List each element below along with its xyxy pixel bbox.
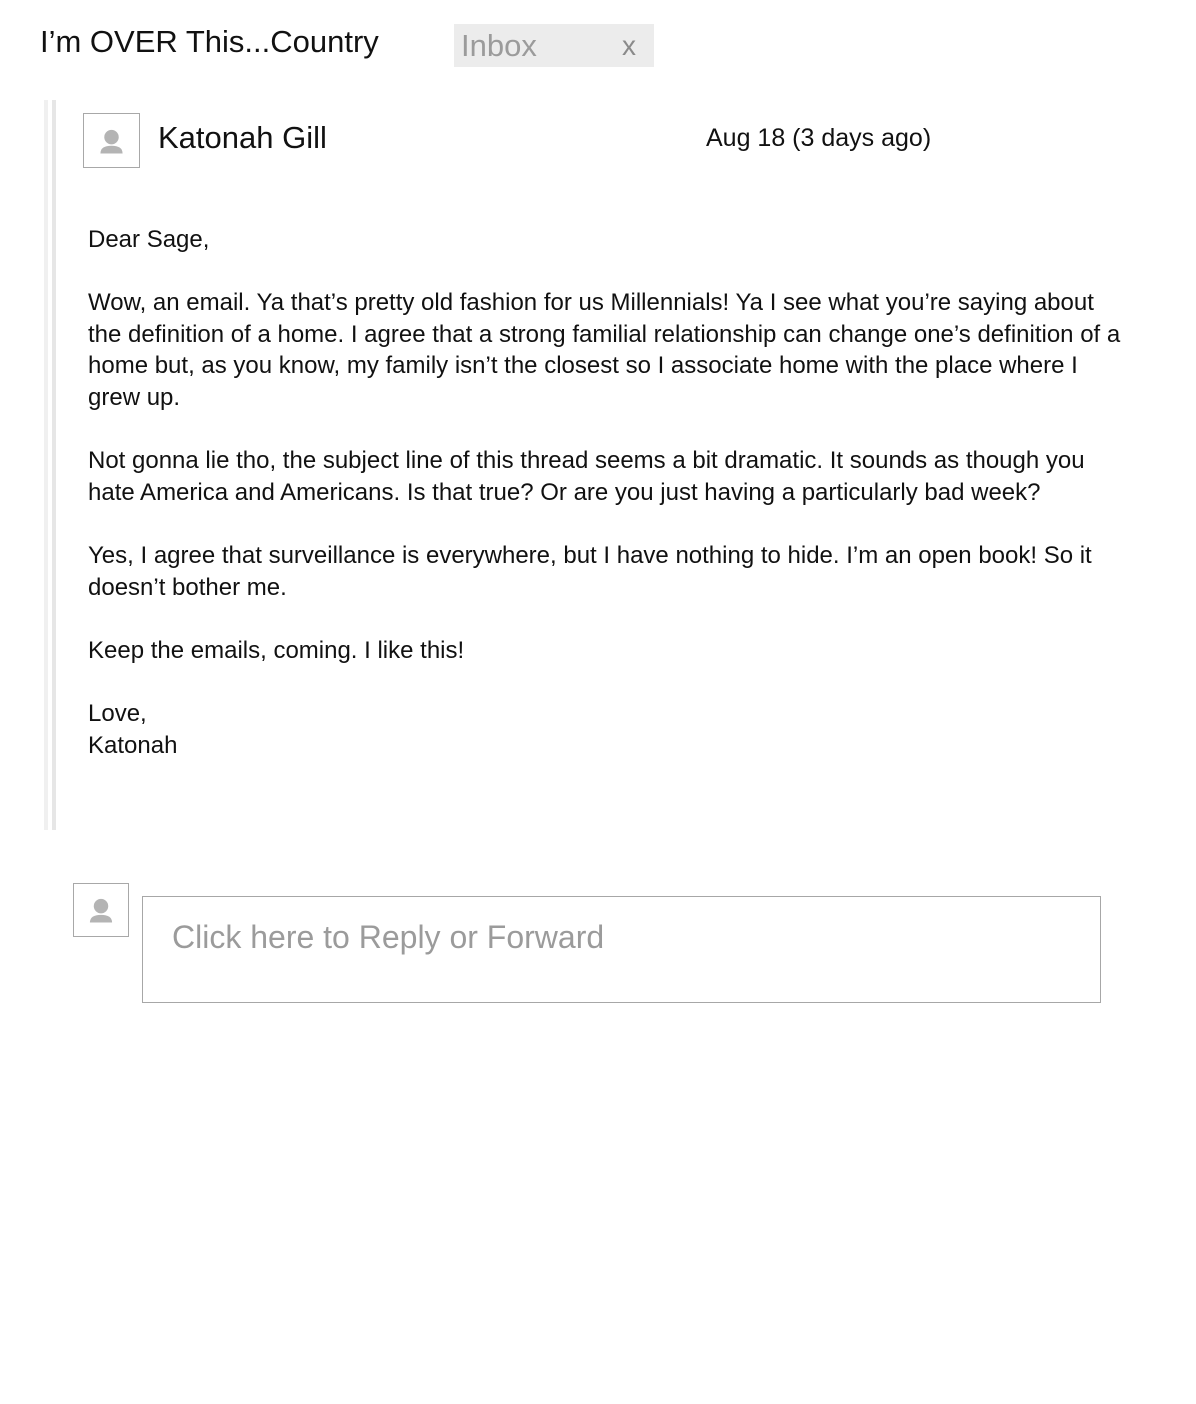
reply-avatar (73, 883, 129, 937)
message-closing: Love, (88, 699, 147, 727)
message-greeting: Dear Sage, (88, 226, 210, 253)
person-placeholder-icon (100, 129, 123, 154)
reply-placeholder-text: Click here to Reply or Forward (172, 919, 605, 955)
message-paragraph: Wow, an email. Ya that’s pretty old fash… (88, 289, 1121, 411)
person-placeholder-icon (89, 898, 113, 923)
sender-avatar (83, 113, 140, 168)
message-paragraph: Not gonna lie tho, the subject line of t… (88, 447, 1085, 506)
thread-subject: I’m OVER This...Country (40, 24, 379, 59)
reply-forward-input[interactable]: Click here to Reply or Forward (142, 896, 1101, 1003)
message-body: Dear Sage, Wow, an email. Ya that’s pret… (88, 224, 1133, 761)
message-paragraph: Yes, I agree that surveillance is everyw… (88, 541, 1092, 601)
remove-label-icon[interactable]: x (614, 28, 644, 64)
inbox-label-chip[interactable]: Inbox x (454, 24, 654, 67)
message-signature: Katonah (88, 731, 178, 759)
inbox-label-text: Inbox (461, 28, 537, 63)
message-paragraph: Keep the emails, coming. I like this! (88, 636, 465, 664)
thread-indicator-bar (44, 100, 56, 830)
message-date: Aug 18 (3 days ago) (706, 124, 932, 152)
sender-name[interactable]: Katonah Gill (158, 117, 327, 159)
